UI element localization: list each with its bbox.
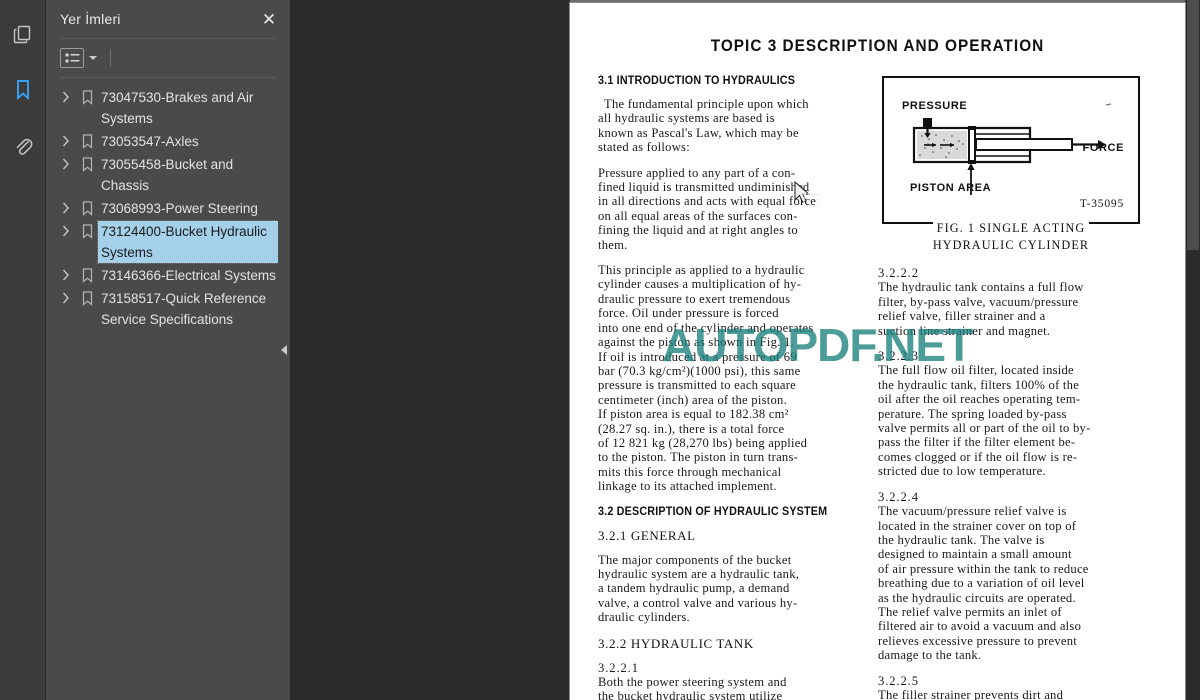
chevron-right-icon[interactable] xyxy=(56,221,76,241)
paragraph-3-2-2-5: The filler strainer prevents dirt and pa… xyxy=(878,687,1064,700)
hydraulic-cylinder-drawing xyxy=(912,103,1112,195)
bookmark-row-4-selected[interactable]: 73124400-Bucket Hydraulic Systems xyxy=(46,220,290,264)
vertical-scrollbar[interactable] xyxy=(1186,0,1200,700)
rail-item-bookmarks[interactable] xyxy=(3,70,43,110)
bookmark-icon xyxy=(76,87,98,107)
chevron-right-icon[interactable] xyxy=(56,87,76,107)
figure-caption-line2: HYDRAULIC CYLINDER xyxy=(932,238,1090,252)
paragraph-intro-2: Pressure applied to any part of a con- f… xyxy=(598,165,816,252)
bookmarks-panel-header: Yer İmleri ✕ xyxy=(46,0,290,38)
bookmark-icon xyxy=(16,80,29,101)
heading-3-2: 3.2 DESCRIPTION OF HYDRAULIC SYSTEM xyxy=(598,504,828,518)
figure-caption: FIG. 1 SINGLE ACTING HYDRAULIC CYLINDER xyxy=(882,221,1140,252)
list-options-icon[interactable] xyxy=(60,48,84,68)
pdf-reader-window: Yer İmleri ✕ 73047530-Brakes and Air Sys… xyxy=(0,0,1200,700)
paragraph-intro-1: The fundamental principle upon which all… xyxy=(598,97,809,155)
document-viewer[interactable]: TOPIC 3 DESCRIPTION AND OPERATION 3.1 IN… xyxy=(290,0,1200,700)
heading-3-1: 3.1 INTRODUCTION TO HYDRAULICS xyxy=(598,74,796,87)
bookmark-label: 73158517-Quick Reference Service Specifi… xyxy=(101,291,267,327)
paragraph-intro-3: This principle as applied to a hydraulic… xyxy=(598,263,814,494)
number-3-2-2-3: 3.2.2.3 xyxy=(878,349,919,364)
bookmark-label: 73047530-Brakes and Air Systems xyxy=(101,90,254,126)
bookmark-icon xyxy=(76,198,98,218)
heading-3-2-1: 3.2.1 GENERAL xyxy=(598,527,696,543)
paperclip-attachment-icon xyxy=(16,138,32,155)
bookmark-row-0[interactable]: 73047530-Brakes and Air Systems xyxy=(46,86,290,130)
paragraph-3-2-2-4: The vacuum/pressure relief valve is loca… xyxy=(878,504,1089,663)
chevron-right-icon[interactable] xyxy=(56,131,76,151)
bookmark-row-6[interactable]: 73158517-Quick Reference Service Specifi… xyxy=(46,287,290,331)
bookmark-icon xyxy=(76,221,98,241)
bookmark-row-1[interactable]: 73053547-Axles xyxy=(46,130,290,153)
bookmark-label: 73124400-Bucket Hydraulic Systems xyxy=(97,220,279,264)
bookmark-row-5[interactable]: 73146366-Electrical Systems xyxy=(46,264,290,287)
document-title: TOPIC 3 DESCRIPTION AND OPERATION xyxy=(710,37,1045,55)
document-right-column: PRESSURE FORCE PISTON AREA T-35095 FIG. … xyxy=(878,74,1146,700)
figure-caption-line1: FIG. 1 SINGLE ACTING xyxy=(932,221,1090,235)
document-left-column: 3.1 INTRODUCTION TO HYDRAULICS The funda… xyxy=(598,74,866,700)
chevron-right-icon[interactable] xyxy=(56,288,76,308)
panel-title: Yer İmleri xyxy=(60,11,121,27)
bookmark-icon xyxy=(76,154,98,174)
document-content: TOPIC 3 DESCRIPTION AND OPERATION 3.1 IN… xyxy=(570,37,1185,700)
bookmarks-toolbar xyxy=(46,39,290,77)
number-3-2-2-1: 3.2.2.1 xyxy=(598,660,639,675)
number-3-2-2-2: 3.2.2.2 xyxy=(878,266,919,280)
chevron-right-icon[interactable] xyxy=(56,265,76,285)
paragraph-general: The major components of the bucket hydra… xyxy=(598,552,800,625)
toolbar-divider xyxy=(110,49,111,67)
bookmarks-list: 73047530-Brakes and Air Systems 73053547… xyxy=(46,78,290,700)
pdf-page: TOPIC 3 DESCRIPTION AND OPERATION 3.1 IN… xyxy=(570,3,1185,700)
pages-thumbnail-icon xyxy=(13,25,30,44)
chevron-right-icon[interactable] xyxy=(56,198,76,218)
paragraph-3-2-2-2: The hydraulic tank contains a full flow … xyxy=(878,280,1084,338)
chevron-down-icon[interactable] xyxy=(86,48,100,68)
bookmark-row-3[interactable]: 73068993-Power Steering xyxy=(46,197,290,220)
bookmark-label: 73055458-Bucket and Chassis xyxy=(101,157,234,193)
bookmark-icon xyxy=(76,288,98,308)
rail-item-attachments[interactable] xyxy=(3,126,43,166)
bookmarks-panel: Yer İmleri ✕ 73047530-Brakes and Air Sys… xyxy=(46,0,290,700)
document-columns: 3.1 INTRODUCTION TO HYDRAULICS The funda… xyxy=(570,74,1185,700)
heading-3-2-2: 3.2.2 HYDRAULIC TANK xyxy=(598,635,754,651)
close-icon[interactable]: ✕ xyxy=(258,8,280,30)
bookmark-label: 73053547-Axles xyxy=(101,134,199,149)
mouse-cursor-select-icon xyxy=(793,180,823,216)
number-3-2-2-4: 3.2.2.4 xyxy=(878,489,919,504)
left-icon-rail xyxy=(0,0,46,700)
scrollbar-thumb[interactable] xyxy=(1187,0,1199,250)
bookmark-label: 73068993-Power Steering xyxy=(101,201,258,216)
rail-item-thumbnails[interactable] xyxy=(3,14,43,54)
bookmark-icon xyxy=(76,265,98,285)
paragraph-3-2-2-3: The full flow oil filter, located inside… xyxy=(878,363,1091,479)
panel-collapse-handle[interactable] xyxy=(278,0,290,700)
chevron-right-icon[interactable] xyxy=(56,154,76,174)
figure-1-single-acting-hydraulic-cylinder: PRESSURE FORCE PISTON AREA T-35095 xyxy=(882,76,1140,224)
bookmark-label: 73146366-Electrical Systems xyxy=(101,268,276,283)
paragraph-3-2-2-1: Both the power steering system and the b… xyxy=(598,675,787,700)
number-3-2-2-5: 3.2.2.5 xyxy=(878,673,919,688)
bookmark-row-2[interactable]: 73055458-Bucket and Chassis xyxy=(46,153,290,197)
bookmark-icon xyxy=(76,131,98,151)
